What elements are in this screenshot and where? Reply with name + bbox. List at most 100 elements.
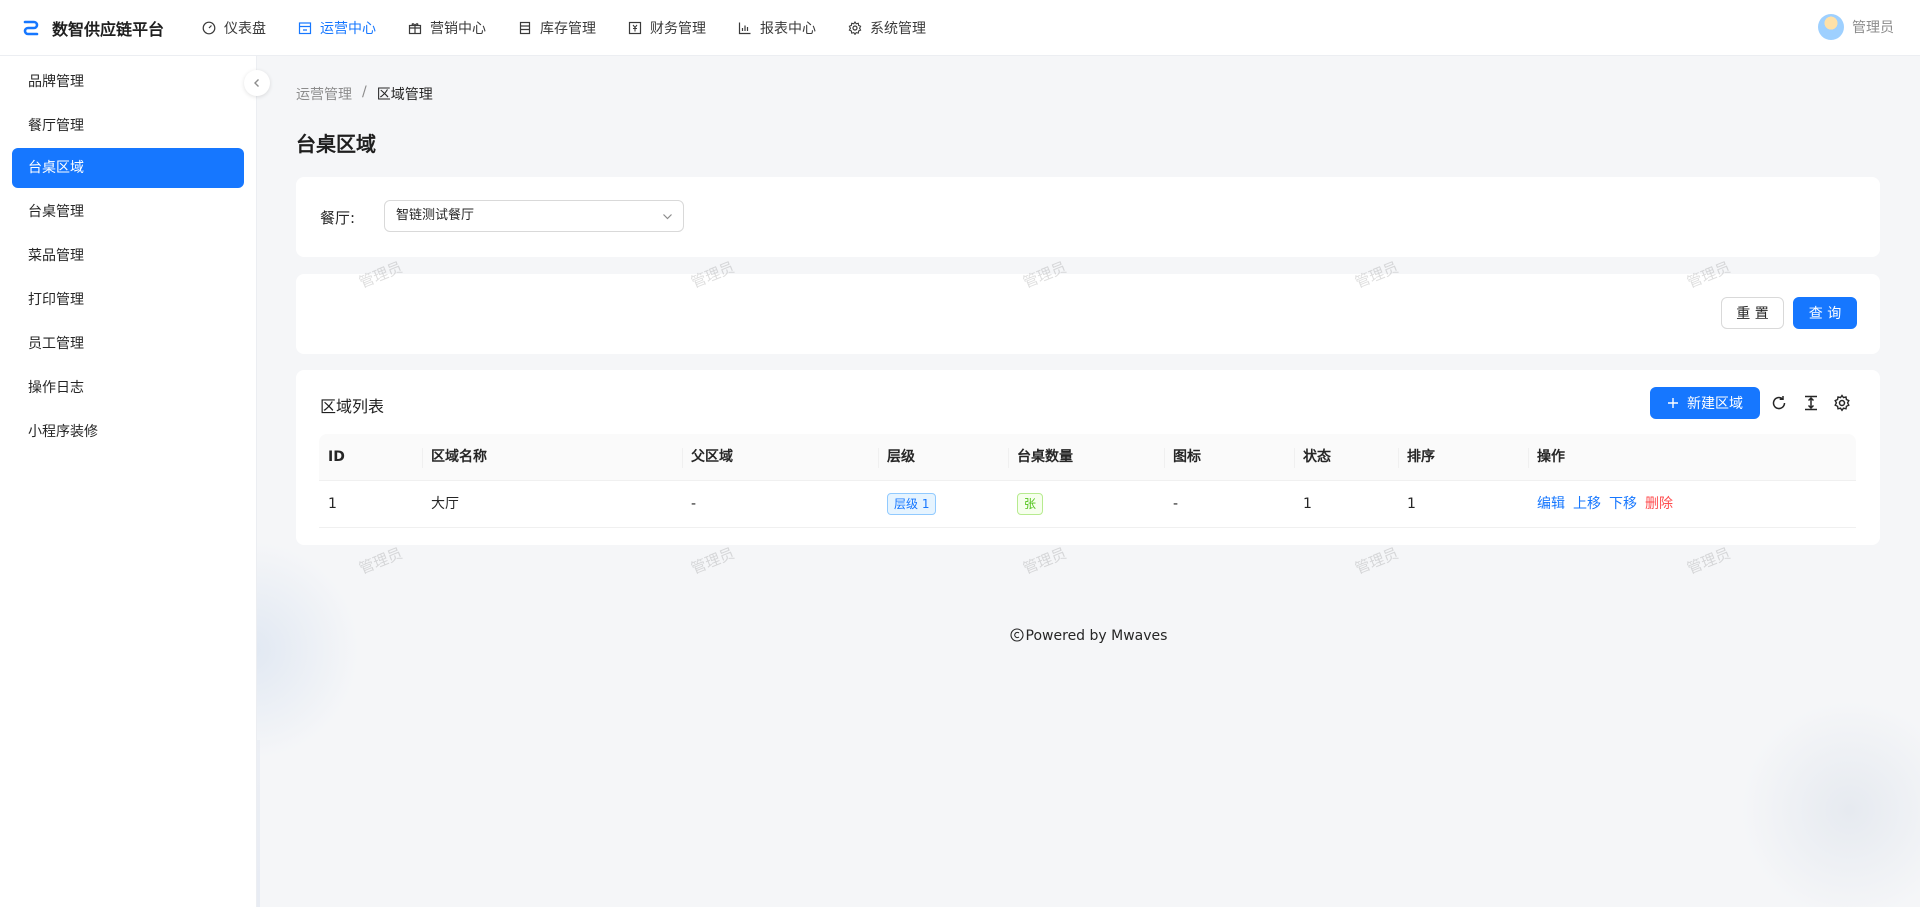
- logo-icon: [23, 20, 39, 35]
- topnav-item-inventory[interactable]: 库存管理: [502, 0, 612, 56]
- column-header-icon: 图标: [1173, 449, 1201, 465]
- restaurant-label: 餐厅:: [320, 209, 356, 227]
- move-up-link[interactable]: 上移: [1573, 496, 1601, 512]
- sidebar-item-printing[interactable]: 打印管理: [12, 280, 244, 320]
- table-header: ID 区域名称 父区域 层级 台桌数量 图标 状态 排序 操作: [319, 434, 1856, 481]
- column-header-actions: 操作: [1537, 449, 1565, 465]
- watermark: 管理员: [1684, 544, 1733, 578]
- breadcrumb-current: 区域管理: [376, 87, 433, 103]
- sidebar-item-miniprogram[interactable]: 小程序装修: [12, 412, 244, 452]
- sidebar: 品牌管理 餐厅管理 台桌区域 台桌管理 菜品管理 打印管理 员工管理 操作日志 …: [0, 56, 257, 907]
- sidebar-item-brand[interactable]: 品牌管理: [12, 62, 244, 102]
- column-header-parent: 父区域: [691, 449, 733, 465]
- topnav-label: 仪表盘: [224, 20, 266, 37]
- reset-button[interactable]: 重 置: [1721, 297, 1784, 329]
- table-count-tag: 张: [1017, 493, 1044, 515]
- action-card: 重 置 查 询: [296, 274, 1880, 354]
- topnav-item-marketing[interactable]: 营销中心: [392, 0, 502, 56]
- finance-icon: [628, 21, 642, 34]
- topnav-label: 营销中心: [430, 20, 486, 37]
- bar-chart-icon: [738, 22, 751, 34]
- gear-icon: [848, 20, 862, 35]
- column-settings-button[interactable]: [1833, 394, 1851, 412]
- inventory-icon: [519, 21, 531, 34]
- cell-sort: 1: [1407, 496, 1416, 512]
- topnav-label: 系统管理: [870, 20, 926, 37]
- sidebar-item-staff[interactable]: 员工管理: [12, 324, 244, 364]
- breadcrumb: 运营管理 / 区域管理: [296, 84, 433, 104]
- delete-link[interactable]: 删除: [1645, 496, 1673, 512]
- refresh-button[interactable]: [1770, 394, 1788, 412]
- column-header-level: 层级: [887, 449, 915, 465]
- edit-link[interactable]: 编辑: [1537, 496, 1565, 512]
- footer: Powered by Mwaves: [257, 628, 1920, 644]
- sidebar-item-logs[interactable]: 操作日志: [12, 368, 244, 408]
- density-button[interactable]: [1802, 394, 1820, 412]
- topnav-label: 库存管理: [540, 20, 596, 37]
- top-navigation: 仪表盘 运营中心 营销中心 库存管理 财务管理 报表中心 系统管理: [186, 0, 942, 56]
- move-down-link[interactable]: 下移: [1609, 496, 1637, 512]
- plus-icon: [1668, 398, 1678, 408]
- topnav-item-operations[interactable]: 运营中心: [282, 0, 392, 56]
- footer-text: Powered by Mwaves: [1025, 628, 1168, 644]
- sidebar-item-restaurant[interactable]: 餐厅管理: [12, 106, 244, 146]
- column-header-table-count: 台桌数量: [1017, 449, 1073, 465]
- table-row: 1 大厅 - 层级 1 张 - 1 1 编辑 上移 下移 删除: [319, 481, 1856, 528]
- refresh-icon: [1772, 396, 1786, 410]
- cell-level: 层级 1: [878, 481, 937, 528]
- table-card: 区域列表 新建区域 ID 区域名称 父区域 层级 台桌数量 图标 状态 排序 操…: [296, 370, 1880, 545]
- filter-card: 餐厅: 智链测试餐厅: [296, 177, 1880, 257]
- query-button[interactable]: 查 询: [1793, 297, 1857, 329]
- cell-table-count: 张: [1008, 481, 1044, 528]
- table-title: 区域列表: [320, 397, 385, 416]
- level-tag: 层级 1: [887, 493, 937, 515]
- breadcrumb-parent[interactable]: 运营管理: [296, 84, 352, 104]
- gift-icon: [408, 22, 422, 34]
- page-title: 台桌区域: [296, 132, 376, 156]
- column-header-sort: 排序: [1407, 449, 1435, 465]
- topnav-label: 财务管理: [650, 20, 706, 37]
- copyright-icon: [1009, 628, 1024, 642]
- store-icon: [298, 21, 312, 34]
- watermark: 管理员: [1020, 544, 1069, 578]
- cell-icon: -: [1173, 496, 1179, 512]
- topnav-label: 报表中心: [760, 20, 816, 37]
- restaurant-select[interactable]: 智链测试餐厅: [384, 200, 684, 232]
- restaurant-select-value: 智链测试餐厅: [396, 208, 475, 223]
- watermark: 管理员: [688, 544, 737, 578]
- watermark: 管理员: [356, 544, 405, 578]
- column-header-status: 状态: [1303, 449, 1331, 465]
- app-title: 数智供应链平台: [52, 19, 165, 39]
- sidebar-item-tables[interactable]: 台桌管理: [12, 192, 244, 232]
- sidebar-item-dishes[interactable]: 菜品管理: [12, 236, 244, 276]
- sidebar-collapse-button[interactable]: [244, 70, 270, 96]
- app-logo[interactable]: 数智供应链平台: [0, 16, 182, 40]
- watermark: 管理员: [1352, 544, 1401, 578]
- column-header-id: ID: [328, 449, 345, 465]
- user-menu[interactable]: 管理员: [1818, 14, 1894, 40]
- topnav-item-finance[interactable]: 财务管理: [612, 0, 722, 56]
- cell-parent: -: [691, 496, 697, 512]
- avatar[interactable]: [1818, 14, 1844, 40]
- chevron-down-icon: [663, 214, 672, 220]
- add-area-button[interactable]: 新建区域: [1650, 387, 1760, 419]
- column-height-icon: [1805, 395, 1817, 411]
- cell-status: 1: [1303, 496, 1312, 512]
- cell-id: 1: [328, 496, 337, 512]
- cell-name: 大厅: [431, 496, 459, 512]
- topnav-item-dashboard[interactable]: 仪表盘: [186, 0, 282, 56]
- breadcrumb-separator: /: [362, 84, 367, 100]
- topnav-item-reports[interactable]: 报表中心: [722, 0, 832, 56]
- main-content: 运营管理 / 区域管理 台桌区域 餐厅: 智链测试餐厅 重 置 查 询 区域列表…: [257, 56, 1920, 907]
- topnav-item-system[interactable]: 系统管理: [832, 0, 942, 56]
- chevron-left-icon: [254, 79, 259, 87]
- topnav-label: 运营中心: [320, 20, 376, 37]
- dashboard-icon: [202, 21, 216, 34]
- user-name: 管理员: [1852, 20, 1894, 36]
- sidebar-item-table-area[interactable]: 台桌区域: [12, 148, 244, 188]
- column-header-name: 区域名称: [431, 449, 487, 465]
- gear-icon: [1834, 394, 1850, 412]
- cell-actions: 编辑 上移 下移 删除: [1528, 481, 1673, 528]
- add-area-label: 新建区域: [1687, 396, 1743, 412]
- top-header: 数智供应链平台 仪表盘 运营中心 营销中心 库存管理 财务管理 报表中心 系统管…: [0, 0, 1920, 56]
